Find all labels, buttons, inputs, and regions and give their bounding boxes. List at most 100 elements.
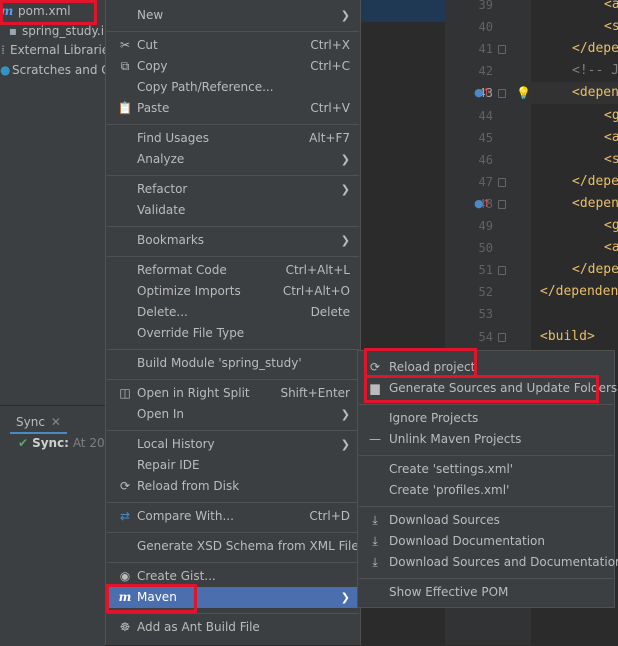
menu-item-reload-from-disk[interactable]: ⟳ Reload from Disk xyxy=(106,476,360,497)
line-number: 46 xyxy=(478,152,493,167)
menu-item-bookmarks[interactable]: Bookmarks ❯ xyxy=(106,230,360,251)
line-number: 47 xyxy=(478,174,493,189)
submenu-item-effective-pom[interactable]: Show Effective POM xyxy=(358,582,614,603)
sync-status[interactable]: ✔ Sync: At 202 xyxy=(18,436,112,450)
menu-item-open-right-split[interactable]: ◫ Open in Right Split Shift+Enter xyxy=(106,383,360,404)
menu-item-shortcut: Ctrl+V xyxy=(310,101,350,115)
chevron-right-icon: ❯ xyxy=(340,153,350,166)
tab-sync[interactable]: Sync ✕ xyxy=(10,412,67,434)
code-line: </depe xyxy=(572,41,618,57)
menu-item-build-module[interactable]: Build Module 'spring_study' xyxy=(106,353,360,374)
menu-item-copy[interactable]: ⧉ Copy Ctrl+C xyxy=(106,56,360,77)
menu-item-optimize-imports[interactable]: Optimize Imports Ctrl+Alt+O xyxy=(106,281,360,302)
menu-separator xyxy=(107,175,359,176)
code-line: <build> xyxy=(540,328,595,344)
menu-item-copy-path[interactable]: Copy Path/Reference... xyxy=(106,77,360,98)
submenu-item-download-docs[interactable]: ⤓ Download Documentation xyxy=(358,531,614,552)
submenu-item-download-both[interactable]: ⤓ Download Sources and Documentation xyxy=(358,552,618,573)
menu-item-open-in[interactable]: Open In ❯ xyxy=(106,404,360,425)
fold-marker-icon[interactable] xyxy=(498,177,506,187)
menu-item-find-usages[interactable]: Find Usages Alt+F7 xyxy=(106,128,360,149)
submenu-item-create-profiles[interactable]: Create 'profiles.xml' xyxy=(358,480,614,501)
tree-item-external-libraries[interactable]: ⁞ External Libraries xyxy=(0,40,115,60)
submenu-item-create-settings[interactable]: Create 'settings.xml' xyxy=(358,459,614,480)
submenu-item-label: Create 'profiles.xml' xyxy=(389,483,510,497)
lightbulb-icon[interactable]: 💡 xyxy=(516,82,531,104)
compare-icon: ⇄ xyxy=(119,509,131,523)
submenu-item-download-sources[interactable]: ⤓ Download Sources xyxy=(358,510,614,531)
menu-separator xyxy=(107,256,359,257)
menu-separator xyxy=(359,455,613,456)
menu-item-shortcut: Shift+Enter xyxy=(280,386,350,400)
menu-separator xyxy=(107,379,359,380)
menu-item-cut[interactable]: ✂ Cut Ctrl+X xyxy=(106,35,360,56)
menu-item-label: Create Gist... xyxy=(137,569,216,583)
code-line: <depen xyxy=(572,195,618,211)
menu-item-label: Reformat Code xyxy=(137,263,227,277)
code-line: </depe xyxy=(572,262,618,278)
menu-separator xyxy=(107,502,359,503)
code-line: <depen xyxy=(572,85,618,101)
line-number: 50 xyxy=(478,241,493,256)
submenu-item-label: Unlink Maven Projects xyxy=(389,432,522,446)
submenu-item-unlink[interactable]: — Unlink Maven Projects xyxy=(358,429,614,450)
fold-marker-icon[interactable] xyxy=(498,45,506,55)
arrow-up-icon[interactable]: ↑ xyxy=(482,82,491,104)
menu-item-analyze[interactable]: Analyze ❯ xyxy=(106,149,360,170)
menu-item-label: Compare With... xyxy=(137,509,234,523)
menu-separator xyxy=(107,562,359,563)
menu-item-reformat[interactable]: Reformat Code Ctrl+Alt+L xyxy=(106,260,360,281)
menu-item-label: Copy Path/Reference... xyxy=(137,80,274,94)
chevron-right-icon: ❯ xyxy=(340,234,350,247)
menu-separator xyxy=(107,226,359,227)
sync-status-label: Sync: xyxy=(32,436,69,450)
menu-item-label: Copy xyxy=(137,59,168,73)
fold-marker-icon[interactable] xyxy=(498,332,506,342)
copy-icon: ⧉ xyxy=(120,59,130,73)
menu-item-validate[interactable]: Validate xyxy=(106,200,360,221)
fold-marker-icon[interactable] xyxy=(498,89,506,99)
menu-separator xyxy=(107,613,359,614)
menu-item-delete[interactable]: Delete... Delete xyxy=(106,302,360,323)
submenu-item-generate-sources[interactable]: ▆ Generate Sources and Update Folders xyxy=(358,378,618,399)
submenu-item-ignore-projects[interactable]: Ignore Projects xyxy=(358,408,614,429)
line-number: 44 xyxy=(478,108,493,123)
menu-item-compare-with[interactable]: ⇄ Compare With... Ctrl+D xyxy=(106,506,360,527)
tree-item-pom[interactable]: m pom.xml xyxy=(0,1,71,21)
menu-separator xyxy=(107,31,359,32)
menu-item-override-file-type[interactable]: Override File Type xyxy=(106,323,360,344)
arrow-up-icon[interactable]: ↑ xyxy=(482,193,491,215)
line-number: 53 xyxy=(478,307,493,322)
tree-item-pom-label: pom.xml xyxy=(18,4,71,18)
scissors-icon: ✂ xyxy=(119,38,131,52)
context-menu: New ❯ ✂ Cut Ctrl+X ⧉ Copy Ctrl+C Copy Pa… xyxy=(105,0,370,645)
submenu-item-reload-project[interactable]: ⟳ Reload project xyxy=(358,357,614,378)
chevron-right-icon: ❯ xyxy=(340,408,350,421)
submenu-item-label: Generate Sources and Update Folders xyxy=(389,381,618,395)
menu-item-new[interactable]: New ❯ xyxy=(106,5,360,26)
close-icon[interactable]: ✕ xyxy=(51,415,61,429)
download-icon: ⤓ xyxy=(372,555,378,569)
scratches-icon: ● xyxy=(0,63,11,77)
fold-marker-icon[interactable] xyxy=(498,199,506,209)
menu-item-paste[interactable]: 📋 Paste Ctrl+V xyxy=(106,98,360,119)
chevron-right-icon: ❯ xyxy=(340,9,350,22)
fold-marker-icon[interactable] xyxy=(498,266,506,276)
menu-item-maven[interactable]: m Maven ❯ xyxy=(106,587,360,608)
menu-item-generate-xsd[interactable]: Generate XSD Schema from XML File... xyxy=(106,536,370,557)
tab-sync-label: Sync xyxy=(16,415,45,429)
module-file-icon: ▪ xyxy=(8,24,18,38)
menu-item-local-history[interactable]: Local History ❯ xyxy=(106,434,360,455)
code-line: </depe xyxy=(572,173,618,189)
menu-item-repair-ide[interactable]: Repair IDE xyxy=(106,455,360,476)
menu-item-refactor[interactable]: Refactor ❯ xyxy=(106,179,360,200)
menu-item-shortcut: Alt+F7 xyxy=(309,131,350,145)
library-icon: ⁞ xyxy=(1,43,5,57)
menu-item-add-ant-build[interactable]: ☸ Add as Ant Build File xyxy=(106,617,360,638)
menu-item-label: Build Module 'spring_study' xyxy=(137,356,302,370)
menu-separator xyxy=(107,349,359,350)
ant-icon: ☸ xyxy=(119,620,131,634)
menu-item-shortcut: Ctrl+D xyxy=(309,509,350,523)
tree-item-iml[interactable]: ▪ spring_study.iml xyxy=(8,21,119,41)
menu-item-create-gist[interactable]: ◉ Create Gist... xyxy=(106,566,360,587)
